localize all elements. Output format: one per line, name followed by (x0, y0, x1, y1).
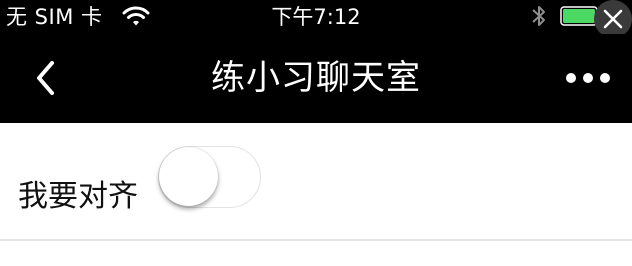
toggle-knob (159, 147, 218, 206)
more-horizontal-icon (566, 73, 610, 83)
align-setting-row: 我要对齐 (0, 123, 632, 239)
align-label: 我要对齐 (18, 179, 138, 214)
content-area: 我要对齐 (0, 123, 632, 266)
close-button[interactable] (594, 0, 632, 38)
align-toggle-switch[interactable] (158, 146, 261, 208)
status-bar: 无 SIM 卡 下午7:12 (0, 0, 632, 38)
more-button[interactable] (560, 64, 616, 92)
row-divider (0, 239, 632, 241)
nav-bar: 练小习聊天室 (0, 34, 632, 123)
page-title: 练小习聊天室 (211, 58, 421, 98)
close-icon (603, 9, 623, 29)
bluetooth-icon (530, 3, 548, 29)
